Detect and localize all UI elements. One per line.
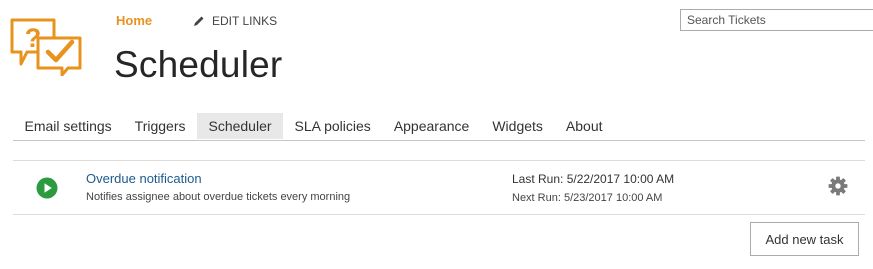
page-title: Scheduler	[114, 44, 283, 85]
edit-links-button[interactable]: EDIT LINKS	[193, 14, 277, 28]
gear-icon[interactable]	[828, 176, 848, 196]
tab-sla-policies[interactable]: SLA policies	[283, 113, 382, 139]
add-new-task-button[interactable]: Add new task	[750, 222, 859, 256]
settings-tabs: Email settings Triggers Scheduler SLA po…	[13, 113, 865, 141]
tab-email-settings[interactable]: Email settings	[13, 113, 123, 139]
task-row: Overdue notification Notifies assignee a…	[13, 161, 865, 214]
search-input[interactable]	[680, 9, 873, 31]
task-name-link[interactable]: Overdue notification	[86, 171, 202, 186]
play-icon[interactable]	[36, 177, 58, 199]
tab-about[interactable]: About	[554, 113, 614, 139]
tab-appearance[interactable]: Appearance	[382, 113, 481, 139]
edit-links-label: EDIT LINKS	[212, 14, 278, 28]
task-next-run: Next Run: 5/23/2017 10:00 AM	[512, 192, 663, 204]
tab-triggers[interactable]: Triggers	[123, 113, 197, 139]
task-list: Overdue notification Notifies assignee a…	[13, 160, 865, 215]
tab-widgets[interactable]: Widgets	[481, 113, 555, 139]
pencil-icon	[194, 16, 204, 26]
tab-scheduler[interactable]: Scheduler	[196, 113, 284, 139]
chat-question-check-logo: ?	[10, 18, 82, 76]
nav-home-link[interactable]: Home	[116, 13, 152, 28]
task-last-run: Last Run: 5/22/2017 10:00 AM	[512, 172, 675, 186]
task-description: Notifies assignee about overdue tickets …	[86, 191, 351, 203]
